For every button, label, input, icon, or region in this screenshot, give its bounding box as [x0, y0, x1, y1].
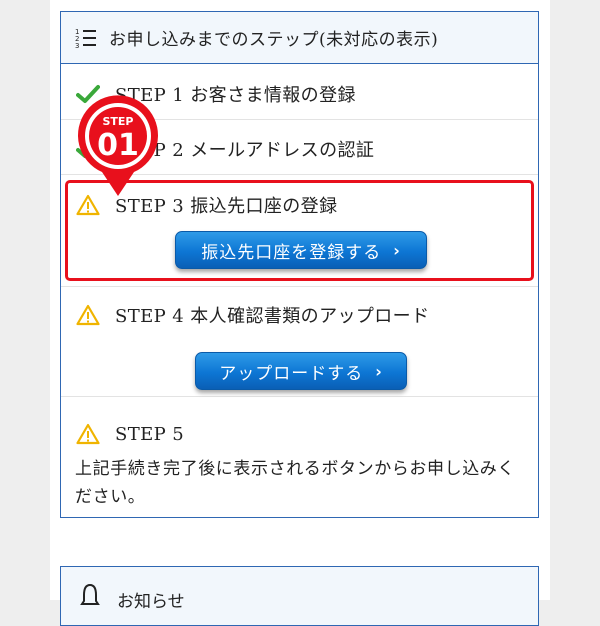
step-badge-pin: STEP 01	[78, 95, 158, 196]
svg-text:3: 3	[75, 42, 79, 49]
badge-number: 01	[97, 128, 139, 163]
steps-card-header: 1 2 3 お申し込みまでのステップ(未対応の表示)	[61, 12, 538, 64]
notice-card: お知らせ	[60, 566, 539, 626]
numbered-list-icon: 1 2 3	[75, 28, 96, 49]
badge-top-text: STEP	[102, 115, 133, 128]
step-5-note: 上記手続き完了後に表示されるボタンからお申し込みください。	[75, 459, 515, 507]
upload-button-label: アップロードする	[219, 363, 364, 384]
step-label: STEP 5	[115, 423, 185, 445]
bell-icon	[80, 583, 100, 605]
step-row-4: STEP 4 本人確認書類のアップロード アップロードする ›	[61, 287, 538, 397]
upload-button[interactable]: アップロードする ›	[195, 352, 407, 390]
warning-icon	[75, 303, 101, 327]
step-row-5: STEP 5 上記手続き完了後に表示されるボタンからお申し込みください。	[61, 397, 538, 517]
steps-card-title: お申し込みまでのステップ(未対応の表示)	[109, 30, 439, 50]
chevron-right-icon: ›	[375, 361, 383, 381]
warning-icon	[75, 422, 101, 446]
step-label: STEP 4 本人確認書類のアップロード	[115, 306, 430, 327]
